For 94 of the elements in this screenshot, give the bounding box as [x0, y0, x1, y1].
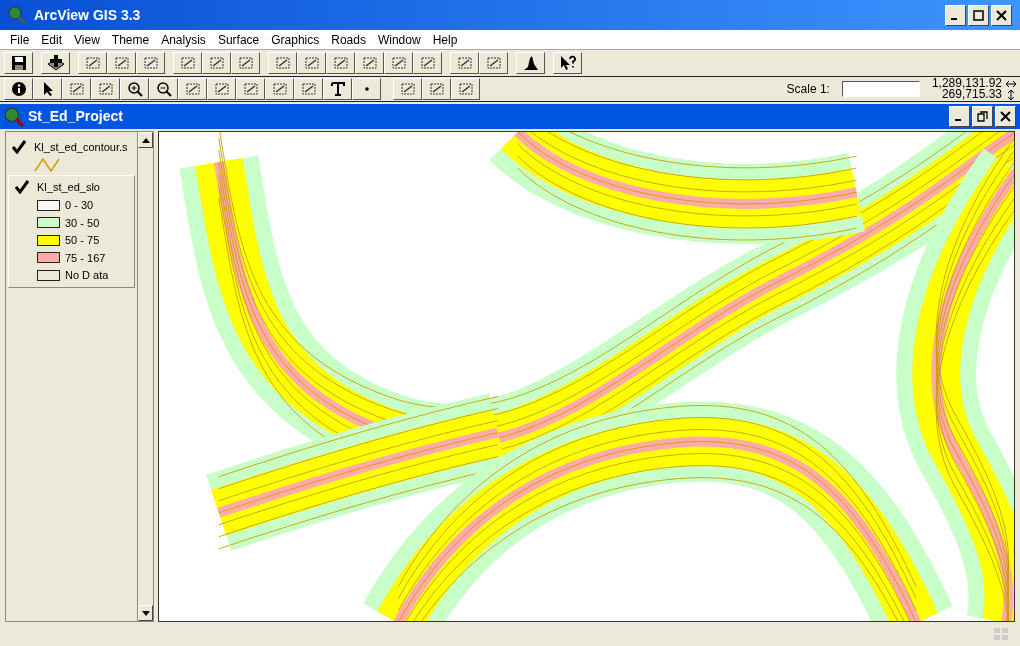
toolbar-button[interactable] — [41, 52, 70, 74]
down-triangle-icon — [141, 610, 150, 616]
menu-item[interactable]: Graphics — [265, 30, 326, 49]
toolbar-button[interactable] — [149, 78, 178, 100]
vertical-arrows-icon — [1006, 89, 1016, 100]
window-title: ArcView GIS 3.3 — [34, 5, 141, 25]
add-theme-icon — [46, 54, 65, 72]
menu-item[interactable]: Edit — [35, 30, 69, 49]
toolbar-button[interactable] — [202, 52, 231, 74]
minimize-icon — [951, 17, 957, 20]
toolbar-button[interactable] — [294, 78, 323, 100]
toolbar-button[interactable] — [516, 52, 545, 74]
globe-magnifier-icon — [8, 6, 26, 24]
toolbar-button[interactable] — [326, 52, 355, 74]
maximize-icon — [973, 9, 984, 21]
minimize-button[interactable] — [945, 4, 966, 26]
class-label: 30 - 50 — [65, 215, 100, 231]
toolbar-button[interactable] — [422, 78, 451, 100]
class-label: 50 - 75 — [65, 233, 100, 248]
globe-magnifier-icon — [4, 106, 24, 127]
checkmark-icon — [12, 140, 26, 155]
close-button[interactable] — [991, 4, 1012, 26]
toolbar-button[interactable] — [553, 52, 582, 74]
horizontal-arrows-icon — [1006, 79, 1016, 88]
view-title: St_Ed_Project — [28, 107, 123, 126]
toolbar-button[interactable] — [236, 78, 265, 100]
menu-item[interactable]: Theme — [105, 30, 156, 49]
toolbar-button[interactable] — [451, 78, 480, 100]
toolbar-button[interactable] — [178, 78, 207, 100]
toolbar-button[interactable] — [355, 52, 384, 74]
scale-label: Scale 1: — [786, 81, 830, 98]
toolbar-button[interactable] — [136, 52, 165, 74]
scrollbar[interactable] — [137, 132, 153, 621]
resize-grip-icon — [994, 628, 1008, 640]
toolbar-button[interactable] — [297, 52, 326, 74]
toolbar-button[interactable] — [352, 78, 381, 100]
up-triangle-icon — [141, 137, 150, 143]
toolbar-button[interactable] — [450, 52, 479, 74]
toolbar-button[interactable] — [413, 52, 442, 74]
class-label: 0 - 30 — [65, 198, 94, 213]
toolbar-button[interactable] — [479, 52, 508, 74]
theme-name: Kl_st_ed_contour.s — [34, 140, 128, 155]
toolbar-button[interactable] — [4, 52, 33, 74]
close-icon — [996, 9, 1007, 21]
toolbar-button[interactable] — [207, 78, 236, 100]
toolbar-button[interactable] — [62, 78, 91, 100]
point-icon — [364, 87, 369, 91]
checkbox[interactable] — [12, 140, 26, 155]
checkbox[interactable] — [15, 179, 29, 194]
toolbar-button[interactable] — [393, 78, 422, 100]
minimize-icon — [955, 119, 961, 121]
text-tool-icon — [329, 81, 346, 97]
menu-item[interactable]: File — [4, 30, 36, 49]
y-coordinate: 269,715.33 — [941, 89, 1002, 100]
toolbar-button[interactable] — [120, 78, 149, 100]
toolbar-button[interactable] — [323, 78, 352, 100]
save-icon — [10, 55, 27, 71]
toolbar-button[interactable] — [231, 52, 260, 74]
close-button[interactable] — [995, 106, 1016, 127]
zoom-in-icon — [126, 81, 143, 97]
scroll-up-button[interactable] — [138, 132, 153, 148]
info-icon — [10, 81, 27, 97]
checkmark-icon — [15, 179, 29, 194]
help-cursor-icon — [558, 55, 577, 71]
scroll-down-button[interactable] — [138, 605, 153, 621]
zoom-out-icon — [155, 81, 172, 97]
toolbar-button[interactable] — [107, 52, 136, 74]
toolbar-button[interactable] — [33, 78, 62, 100]
restore-button[interactable] — [972, 106, 993, 127]
theme-name: Kl_st_ed_slo — [37, 179, 100, 195]
menu-item[interactable]: Surface — [211, 30, 266, 49]
toolbar-button[interactable] — [268, 52, 297, 74]
histogram-icon — [522, 55, 539, 71]
menu-item[interactable]: Analysis — [155, 30, 212, 49]
toolbar-button[interactable] — [384, 52, 413, 74]
class-label: 75 - 167 — [65, 250, 106, 266]
scale-input[interactable] — [841, 81, 920, 97]
menu-item[interactable]: Window — [371, 30, 427, 49]
theme-entry[interactable]: Kl_st_ed_contour.s — [6, 136, 137, 175]
menu-item[interactable]: View — [68, 30, 106, 49]
x-coordinate: 1,289,131.92 — [931, 78, 1002, 89]
toolbar-button[interactable] — [91, 78, 120, 100]
maximize-button[interactable] — [968, 4, 989, 26]
class-label: No D ata — [65, 268, 109, 283]
menu-item[interactable]: Help — [426, 30, 464, 49]
minimize-button[interactable] — [949, 106, 970, 127]
toolbar-button[interactable] — [78, 52, 107, 74]
toolbar-button[interactable] — [4, 78, 33, 100]
toolbar-button[interactable] — [265, 78, 294, 100]
close-icon — [1000, 111, 1011, 122]
theme-entry[interactable]: Kl_st_ed_slo 0 - 30 30 - 50 50 - 75 75 - 167 No D ata — [8, 174, 135, 288]
restore-icon — [977, 111, 988, 122]
menu-item[interactable]: Roads — [325, 30, 372, 49]
toolbar-button[interactable] — [173, 52, 202, 74]
